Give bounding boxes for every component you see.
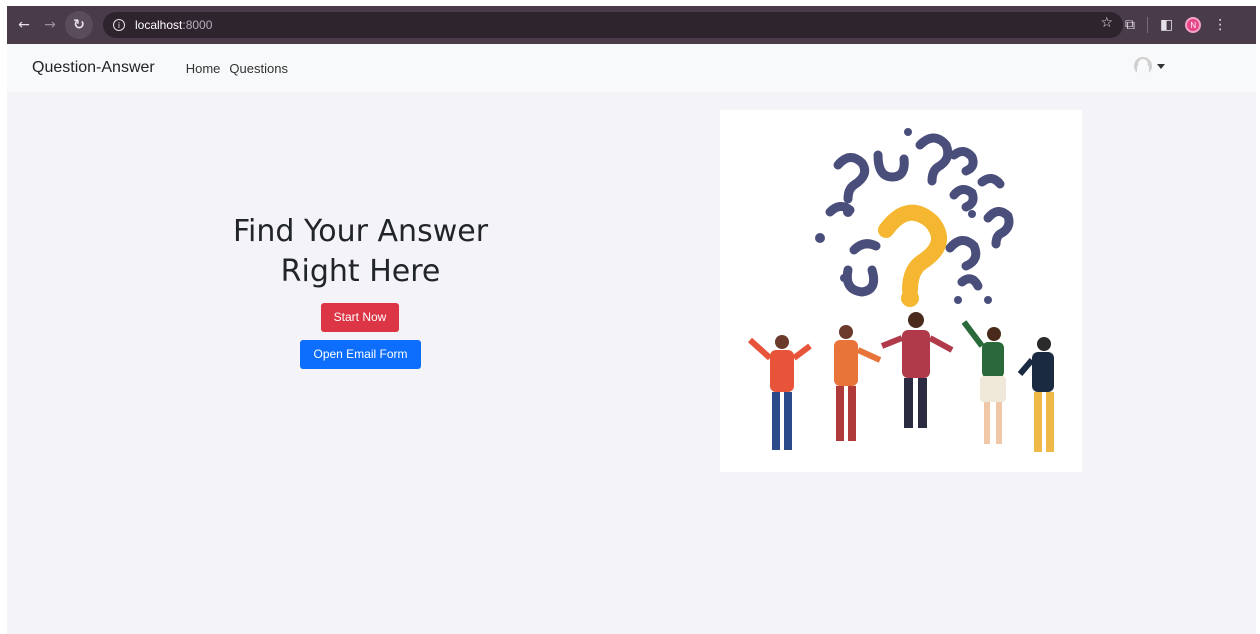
hero-illustration — [720, 110, 1082, 472]
url-port: :8000 — [182, 18, 213, 32]
extensions-icon[interactable]: ⧉ — [1125, 17, 1135, 33]
back-arrow-icon[interactable]: ← — [13, 14, 35, 36]
people-group — [747, 312, 1054, 452]
nav-link-questions[interactable]: Questions — [229, 61, 288, 76]
kebab-menu-icon[interactable]: ⋮ — [1213, 17, 1227, 33]
app-navbar: Question-Answer Home Questions — [7, 44, 1256, 92]
reload-icon[interactable]: ↻ — [65, 11, 93, 39]
user-menu-toggle[interactable] — [1133, 56, 1165, 76]
bookmark-star-icon[interactable]: ☆ — [1100, 15, 1113, 31]
nav-links: Home Questions — [186, 61, 288, 76]
side-panel-icon[interactable]: ◧ — [1160, 17, 1173, 33]
forward-arrow-icon[interactable]: → — [39, 14, 61, 36]
toolbar-divider — [1147, 17, 1148, 33]
url-host: localhost — [135, 18, 183, 32]
open-email-form-button[interactable]: Open Email Form — [300, 340, 421, 369]
address-bar[interactable]: i localhost:8000 ☆ — [103, 12, 1123, 38]
hero-title-line1: Find Your Answer — [232, 214, 489, 249]
question-people-illustration — [747, 128, 1054, 452]
nav-link-home[interactable]: Home — [186, 61, 221, 76]
caret-down-icon — [1157, 63, 1165, 69]
hero-heading: Find Your Answer Right Here — [207, 212, 514, 292]
brand-link[interactable]: Question-Answer — [32, 59, 155, 77]
site-info-icon[interactable]: i — [113, 19, 125, 31]
browser-toolbar: ← → ↻ i localhost:8000 ☆ ⧉ ◧ N ⋮ — [7, 6, 1256, 44]
browser-window: ← → ↻ i localhost:8000 ☆ ⧉ ◧ N ⋮ Questio… — [7, 6, 1256, 634]
user-avatar-icon — [1134, 57, 1152, 75]
profile-avatar[interactable]: N — [1185, 17, 1202, 33]
hero-title-line2: Right Here — [280, 254, 441, 289]
browser-actions: ⧉ ◧ N ⋮ — [1125, 6, 1227, 44]
start-now-button[interactable]: Start Now — [321, 303, 399, 332]
